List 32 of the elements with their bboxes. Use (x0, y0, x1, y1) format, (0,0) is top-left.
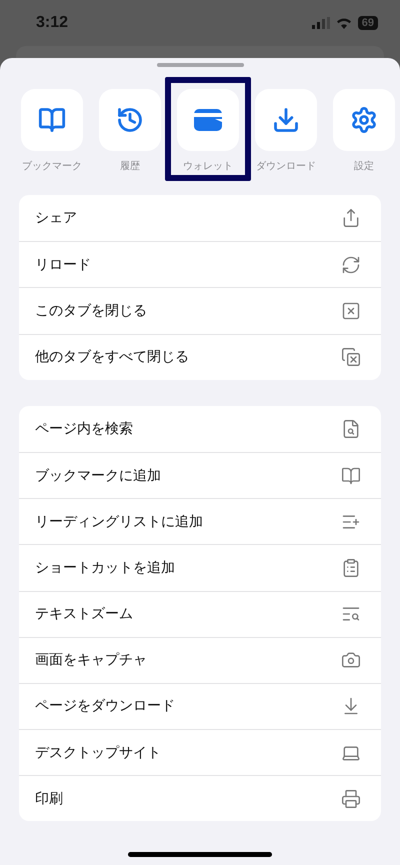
menu-item[interactable]: 印刷 (19, 775, 381, 822)
menu-item[interactable]: リーディングリストに追加 (19, 498, 381, 544)
wifi-icon (336, 17, 352, 29)
book-icon (38, 106, 66, 134)
camera-icon (341, 650, 361, 670)
menu-item[interactable]: このタブを閉じる (19, 287, 381, 334)
menu-item[interactable]: シェア (19, 195, 381, 242)
download-icon (272, 106, 300, 134)
menu-item[interactable]: ショートカットを追加 (19, 544, 381, 590)
menu-item[interactable]: 他のタブをすべて閉じる (19, 334, 381, 380)
menu-item[interactable]: ページをダウンロード (19, 682, 381, 730)
refresh-icon (341, 254, 361, 275)
close-tabs-icon (341, 347, 361, 368)
menu-item[interactable]: ブックマークに追加 (19, 452, 381, 498)
settings-icon (350, 106, 378, 134)
signal-icon (312, 17, 330, 29)
wallet-icon (193, 108, 223, 132)
battery-level: 69 (358, 16, 378, 30)
history-icon (116, 106, 144, 134)
menu-item[interactable]: リロード (19, 241, 381, 288)
close-icon (341, 300, 361, 321)
book-icon (341, 466, 361, 486)
status-time: 3:12 (36, 14, 68, 32)
printer-icon (341, 788, 361, 809)
list-icon (341, 558, 361, 578)
page-search-icon (341, 418, 361, 439)
menu-item[interactable]: デスクトップサイト (19, 729, 381, 776)
menu-item[interactable]: ページ内を検索 (19, 406, 381, 452)
menu-item[interactable]: 画面をキャプチャ (19, 636, 381, 683)
menu-item[interactable]: テキストズーム (19, 590, 381, 637)
share-icon (341, 208, 361, 228)
sheet-handle[interactable] (156, 63, 244, 67)
